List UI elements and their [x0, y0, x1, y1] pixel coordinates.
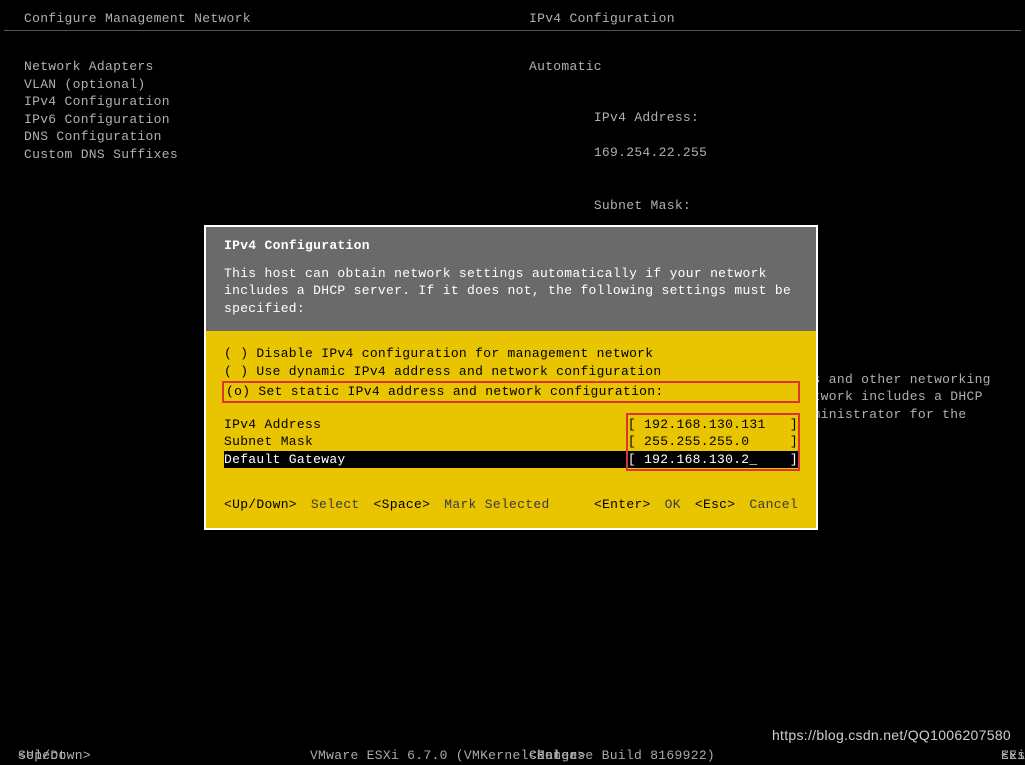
ok-button[interactable]: OK	[665, 496, 681, 514]
cancel-button[interactable]: Cancel	[749, 496, 798, 514]
menu-item[interactable]: IPv4 Configuration	[24, 93, 178, 111]
dialog-description: This host can obtain network settings au…	[224, 265, 798, 318]
field-label: Subnet Mask	[224, 433, 313, 451]
field-label: Default Gateway	[224, 451, 346, 469]
hint-space-key: <Space>	[374, 496, 431, 514]
highlight-values-box	[626, 413, 800, 472]
radio-disable-ipv4[interactable]: ( ) Disable IPv4 configuration for manag…	[206, 345, 816, 363]
menu-item[interactable]: VLAN (optional)	[24, 76, 178, 94]
dialog-title: IPv4 Configuration	[224, 237, 798, 255]
radio-dynamic-ipv4[interactable]: ( ) Use dynamic IPv4 address and network…	[206, 363, 816, 381]
menu-item[interactable]: DNS Configuration	[24, 128, 178, 146]
menu-item[interactable]: IPv6 Configuration	[24, 111, 178, 129]
watermark: https://blog.csdn.net/QQ1006207580	[772, 726, 1011, 745]
header-title-right: IPv4 Configuration	[529, 10, 675, 28]
radio-static-ipv4[interactable]: (o) Set static IPv4 address and network …	[226, 383, 796, 401]
info-address-label: IPv4 Address:	[594, 110, 699, 125]
header-title-left: Configure Management Network	[24, 10, 251, 28]
info-automatic: Automatic	[529, 58, 1001, 76]
menu-item[interactable]: Network Adapters	[24, 58, 178, 76]
menu: Network Adapters VLAN (optional) IPv4 Co…	[24, 58, 178, 163]
hint-esc-key: <Esc>	[695, 496, 736, 514]
ipv4-config-dialog: IPv4 Configuration This host can obtain …	[204, 225, 818, 530]
menu-item[interactable]: Custom DNS Suffixes	[24, 146, 178, 164]
hint-space-action: Mark Selected	[444, 496, 549, 514]
info-address-value: 169.254.22.255	[594, 145, 707, 160]
field-label: IPv4 Address	[224, 416, 321, 434]
info-mask-label: Subnet Mask:	[594, 198, 691, 213]
hint-updown-action: Select	[311, 496, 360, 514]
build-info: VMware ESXi 6.7.0 (VMKernel Release Buil…	[0, 747, 1025, 765]
hint-updown-key: <Up/Down>	[224, 496, 297, 514]
header: Configure Management Network IPv4 Config…	[4, 4, 1021, 31]
hint-enter-key: <Enter>	[594, 496, 651, 514]
